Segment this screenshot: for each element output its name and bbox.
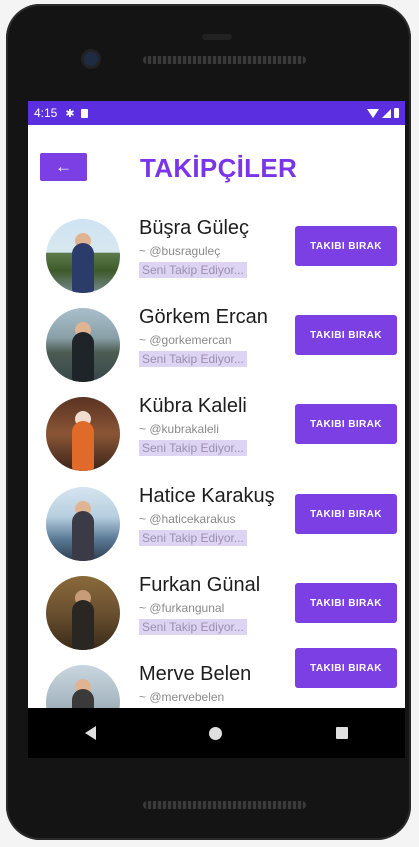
follower-name: Furkan Günal xyxy=(139,574,261,596)
triangle-back-icon[interactable] xyxy=(84,726,96,740)
status-bar: 4:15 ✱ xyxy=(28,101,405,125)
signal-icon xyxy=(382,108,391,118)
follower-handle: ~ @haticekarakus xyxy=(139,512,236,526)
sim-card-icon xyxy=(80,108,88,118)
follower-handle: ~ @gorkemercan xyxy=(139,333,232,347)
follows-you-badge: Seni Takip Ediyor... xyxy=(139,619,247,635)
follower-name: Merve Belen xyxy=(139,663,252,685)
follower-handle: ~ @furkangunal xyxy=(139,601,225,615)
follower-row: Kübra Kaleli ~ @kubrakaleli Seni Takip E… xyxy=(28,387,405,473)
follower-name: Kübra Kaleli xyxy=(139,395,247,417)
follows-you-badge: Seni Takip Ediyor... xyxy=(139,530,247,546)
follower-handle: ~ @kubrakaleli xyxy=(139,422,219,436)
battery-icon xyxy=(394,108,399,118)
unfollow-button[interactable]: TAKIBI BIRAK xyxy=(295,648,397,688)
front-camera xyxy=(84,52,98,66)
follower-row: Furkan Günal ~ @furkangunal Seni Takip E… xyxy=(28,566,405,652)
proximity-sensor xyxy=(202,34,232,40)
follower-name: Hatice Karakuş xyxy=(139,485,275,507)
unfollow-button[interactable]: TAKIBI BIRAK xyxy=(295,315,397,355)
follower-name: Büşra Güleç xyxy=(139,217,250,239)
page-title: TAKİPÇİLER xyxy=(140,153,298,183)
unfollow-button[interactable]: TAKIBI BIRAK xyxy=(295,494,397,534)
follows-you-badge: Seni Takip Ediyor... xyxy=(139,351,247,367)
avatar[interactable] xyxy=(46,487,120,561)
status-right-icons xyxy=(367,108,399,118)
status-time: 4:15 xyxy=(34,106,58,120)
circle-home-icon[interactable] xyxy=(209,726,223,740)
earpiece-speaker xyxy=(143,56,306,64)
app-screen: 4:15 ✱ ← TAKİPÇİLER Büşra Güleç ~ @busra… xyxy=(28,101,405,758)
bottom-speaker xyxy=(143,801,306,809)
status-notification-icons: ✱ xyxy=(65,107,88,120)
follower-handle: ~ @busraguleç xyxy=(139,244,221,258)
follows-you-badge: Seni Takip Ediyor... xyxy=(139,262,247,278)
follower-row: Hatice Karakuş ~ @haticekarakus Seni Tak… xyxy=(28,477,405,563)
unfollow-button[interactable]: TAKIBI BIRAK xyxy=(295,226,397,266)
avatar[interactable] xyxy=(46,308,120,382)
avatar[interactable] xyxy=(46,397,120,471)
square-recent-icon[interactable] xyxy=(336,727,349,739)
wifi-icon xyxy=(367,108,379,118)
follower-handle: ~ @mervebelen xyxy=(139,690,225,704)
follower-row: Görkem Ercan ~ @gorkemercan Seni Takip E… xyxy=(28,298,405,384)
avatar[interactable] xyxy=(46,576,120,650)
unfollow-button[interactable]: TAKIBI BIRAK xyxy=(295,404,397,444)
follows-you-badge: Seni Takip Ediyor... xyxy=(139,440,247,456)
app-bar: ← TAKİPÇİLER xyxy=(28,125,405,209)
system-navigation-bar xyxy=(28,708,405,758)
arrow-left-icon: ← xyxy=(55,157,72,176)
avatar[interactable] xyxy=(46,219,120,293)
gear-icon: ✱ xyxy=(65,107,75,120)
follower-row: Büşra Güleç ~ @busraguleç Seni Takip Edi… xyxy=(28,209,405,295)
back-button[interactable]: ← xyxy=(40,153,87,181)
follower-name: Görkem Ercan xyxy=(139,306,268,328)
unfollow-button[interactable]: TAKIBI BIRAK xyxy=(295,583,397,623)
